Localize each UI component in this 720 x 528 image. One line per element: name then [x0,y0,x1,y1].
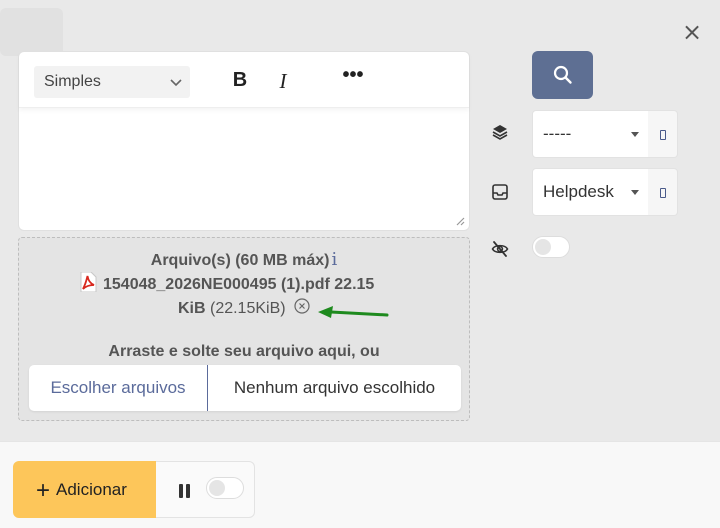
choose-files-button[interactable]: Escolher arquivos [29,365,208,411]
caret-down-icon [631,132,639,137]
visibility-toggle[interactable] [532,236,570,258]
file-name-text: 154048_2026NE000495 (1).pdf 22.15 [103,276,375,293]
pause-group [156,461,255,518]
add-button[interactable]: + Adicionar [13,461,156,518]
pause-toggle[interactable] [206,477,244,499]
editor-toolbar: Simples B I ••• [19,52,469,108]
layer-select-addon[interactable] [648,110,678,158]
format-select[interactable]: Simples [34,66,190,98]
chevron-down-icon [170,79,182,87]
remove-file-icon[interactable] [294,298,310,314]
bold-button[interactable]: B [230,69,250,93]
add-button-label: Adicionar [56,480,127,499]
small-box-icon [660,130,666,140]
italic-button[interactable]: I [273,69,293,93]
plus-icon: + [36,477,51,504]
file-size-unit: KiB [177,300,206,317]
search-button[interactable] [532,51,593,99]
small-box-icon [660,188,666,198]
inbox-select-value: Helpdesk [543,182,614,201]
close-button[interactable]: × [680,20,704,44]
more-options-button[interactable]: ••• [339,64,367,88]
layer-select[interactable]: ----- [532,110,649,158]
file-dropzone[interactable]: Arquivo(s) (60 MB máx) i 154048_2026NE000… [18,237,470,421]
format-select-value: Simples [44,73,101,90]
upload-title-text: Arquivo(s) (60 MB máx) [150,252,330,269]
caret-down-icon [631,190,639,195]
toggle-knob [535,239,551,255]
toggle-knob [209,480,225,496]
inbox-select[interactable]: Helpdesk [532,168,649,216]
pause-icon[interactable] [179,484,191,498]
uploaded-file-name: 154048_2026NE000495 (1).pdf 22.15 [79,272,419,294]
inbox-icon [492,184,508,200]
info-icon[interactable]: i [331,249,337,270]
upload-title: Arquivo(s) (60 MB máx) i [19,249,469,270]
top-ghost-tab [0,8,63,56]
inbox-select-addon[interactable] [648,168,678,216]
rich-text-editor[interactable]: Simples B I ••• [18,51,470,231]
search-icon [553,65,572,84]
layer-select-value: ----- [543,124,572,143]
eye-slash-icon [491,241,509,257]
footer-bar: + Adicionar [0,441,720,528]
uploaded-file-size: KiB (22.15KiB) [19,298,469,318]
pdf-file-icon [80,272,97,292]
no-file-label: Nenhum arquivo escolhido [233,378,436,397]
annotation-arrow-icon [318,306,389,318]
file-size-detail: (22.15KiB) [209,300,286,317]
drop-hint: Arraste e solte seu arquivo aqui, ou [108,343,380,360]
file-input[interactable]: Escolher arquivos Nenhum arquivo escolhi… [29,365,461,411]
resize-handle-icon[interactable] [455,216,465,226]
layers-icon [492,125,508,140]
